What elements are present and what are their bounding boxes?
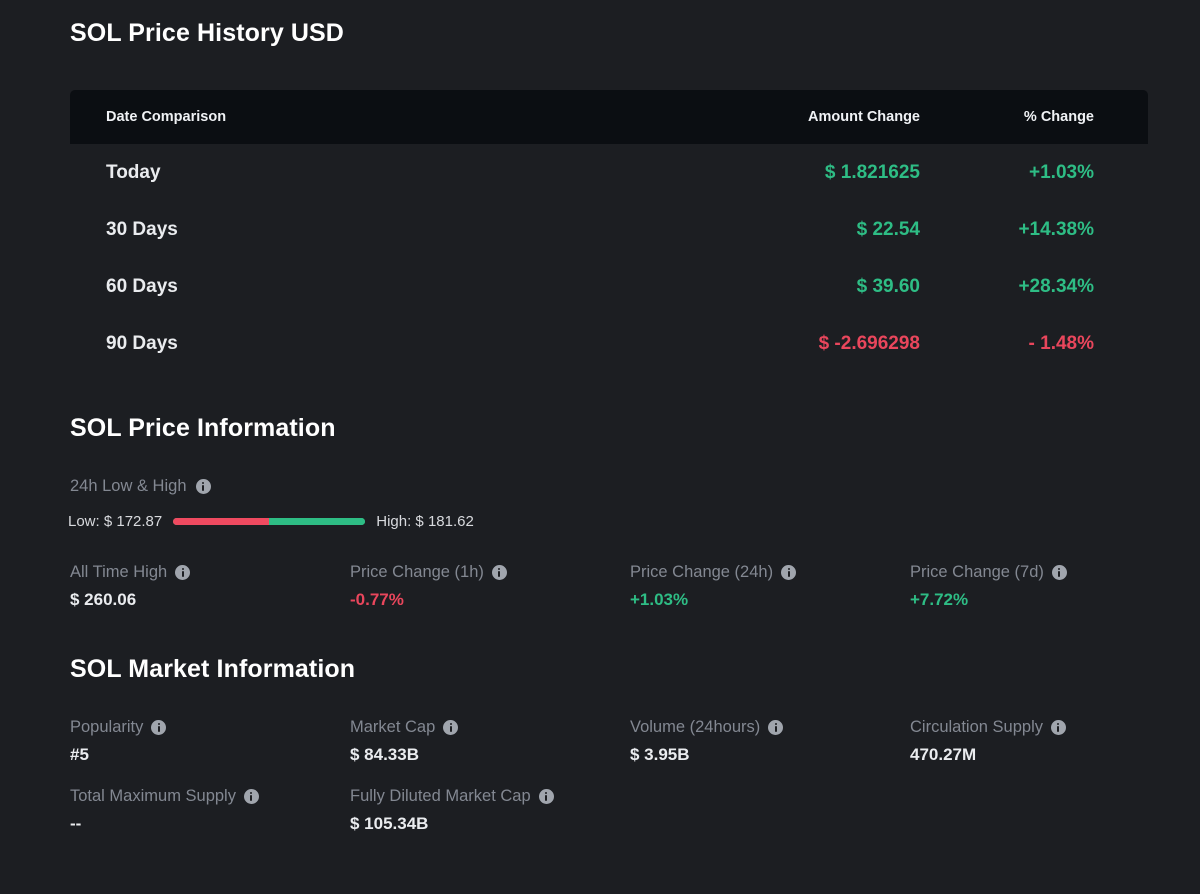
row-label-30-days: 30 Days: [106, 218, 178, 240]
percent-change-90-days: - 1.48%: [1028, 332, 1094, 354]
amount-change-60-days: $ 39.60: [856, 275, 920, 297]
row-label-today: Today: [106, 161, 161, 183]
stat-header: Total Maximum Supply: [70, 787, 350, 806]
range-bar-high-segment: [269, 518, 366, 525]
stat-header: Price Change (24h): [630, 563, 910, 582]
stat-market-cap: Market Cap $ 84.33B: [350, 718, 630, 765]
info-icon[interactable]: [768, 720, 784, 735]
stat-price-change-24h: Price Change (24h) +1.03%: [630, 563, 910, 610]
range-bar-low-segment: [173, 518, 270, 525]
stat-volume-24hours: Volume (24hours) $ 3.95B: [630, 718, 910, 765]
stat-all-time-high: All Time High $ 260.06: [70, 563, 350, 610]
stat-header: Circulation Supply: [910, 718, 1190, 737]
percent-change-30-days: +14.38%: [1018, 218, 1094, 240]
stat-fully-diluted-market-cap: Fully Diluted Market Cap $ 105.34B: [350, 787, 630, 834]
stat-header: Volume (24hours): [630, 718, 910, 737]
stat-value: --: [70, 814, 82, 833]
low-high-range-group: Low: $ 172.87 High: $ 181.62: [68, 513, 474, 530]
table-row: Today $ 1.821625 +1.03%: [70, 144, 1148, 201]
stat-popularity: Popularity #5: [70, 718, 350, 765]
stat-price-change-1h: Price Change (1h) -0.77%: [350, 563, 630, 610]
stat-label: Popularity: [70, 718, 144, 736]
table-row: 30 Days $ 22.54 +14.38%: [70, 201, 1148, 258]
column-header-date-comparison: Date Comparison: [106, 109, 227, 125]
stat-label: Price Change (24h): [630, 563, 774, 581]
stat-label: Fully Diluted Market Cap: [350, 787, 531, 805]
info-icon[interactable]: [1051, 565, 1067, 580]
stat-header: Fully Diluted Market Cap: [350, 787, 630, 806]
table-row: 90 Days $ -2.696298 - 1.48%: [70, 315, 1148, 372]
price-details-page: SOL Price History USD Date Comparison Am…: [0, 0, 1200, 894]
column-header-amount-change: Amount Change: [808, 109, 920, 125]
stat-header: Popularity: [70, 718, 350, 737]
stat-value: -0.77%: [350, 590, 404, 609]
stat-header: Market Cap: [350, 718, 630, 737]
low-price-text: Low: $ 172.87: [68, 513, 163, 530]
stat-value: +7.72%: [910, 590, 969, 609]
market-information-grid-row-2: Total Maximum Supply -- Fully Diluted Ma…: [70, 787, 1150, 834]
info-icon[interactable]: [151, 720, 167, 735]
stat-label: Volume (24hours): [630, 718, 761, 736]
info-icon[interactable]: [491, 565, 507, 580]
stat-header: Price Change (7d): [910, 563, 1190, 582]
stat-value: +1.03%: [630, 590, 689, 609]
stat-circulation-supply: Circulation Supply 470.27M: [910, 718, 1190, 765]
stat-label: Circulation Supply: [910, 718, 1043, 736]
stat-value: $ 105.34B: [350, 814, 429, 833]
percent-change-today: +1.03%: [1029, 161, 1094, 183]
stat-label: All Time High: [70, 563, 168, 581]
amount-change-30-days: $ 22.54: [856, 218, 920, 240]
stat-total-maximum-supply: Total Maximum Supply --: [70, 787, 350, 834]
low-high-label-group: 24h Low & High: [70, 477, 211, 496]
percent-change-60-days: +28.34%: [1018, 275, 1094, 297]
stat-value: #5: [70, 745, 89, 764]
stat-value: $ 260.06: [70, 590, 137, 609]
stat-value: $ 3.95B: [630, 745, 690, 764]
info-icon[interactable]: [243, 789, 259, 804]
stat-label: Price Change (7d): [910, 563, 1044, 581]
info-icon[interactable]: [175, 565, 191, 580]
high-price-text: High: $ 181.62: [376, 513, 474, 530]
info-icon[interactable]: [781, 565, 797, 580]
stat-label: Market Cap: [350, 718, 436, 736]
info-icon[interactable]: [538, 789, 554, 804]
info-icon[interactable]: [195, 479, 211, 494]
market-information-heading: SOL Market Information: [70, 655, 356, 683]
info-icon[interactable]: [443, 720, 459, 735]
amount-change-90-days: $ -2.696298: [818, 332, 920, 354]
stat-label: Price Change (1h): [350, 563, 484, 581]
stat-value: $ 84.33B: [350, 745, 419, 764]
stat-header: All Time High: [70, 563, 350, 582]
row-label-90-days: 90 Days: [106, 332, 178, 354]
price-information-heading: SOL Price Information: [70, 414, 336, 442]
stat-header: Price Change (1h): [350, 563, 630, 582]
stat-value: 470.27M: [910, 745, 977, 764]
amount-change-today: $ 1.821625: [824, 161, 920, 183]
price-history-table: Date Comparison Amount Change % Change T…: [70, 90, 1148, 372]
row-label-60-days: 60 Days: [106, 275, 178, 297]
low-high-label: 24h Low & High: [70, 477, 187, 495]
price-history-heading: SOL Price History USD: [70, 19, 344, 47]
table-header-row: Date Comparison Amount Change % Change: [70, 90, 1148, 144]
price-information-grid: All Time High $ 260.06 Price Change (1h)…: [70, 563, 1150, 610]
info-icon[interactable]: [1050, 720, 1066, 735]
low-high-range-bar: [173, 518, 366, 525]
market-information-grid-row-1: Popularity #5 Market Cap $ 84.33B Volume…: [70, 718, 1150, 765]
table-row: 60 Days $ 39.60 +28.34%: [70, 258, 1148, 315]
stat-price-change-7d: Price Change (7d) +7.72%: [910, 563, 1190, 610]
stat-label: Total Maximum Supply: [70, 787, 236, 805]
column-header-percent-change: % Change: [1023, 109, 1094, 125]
